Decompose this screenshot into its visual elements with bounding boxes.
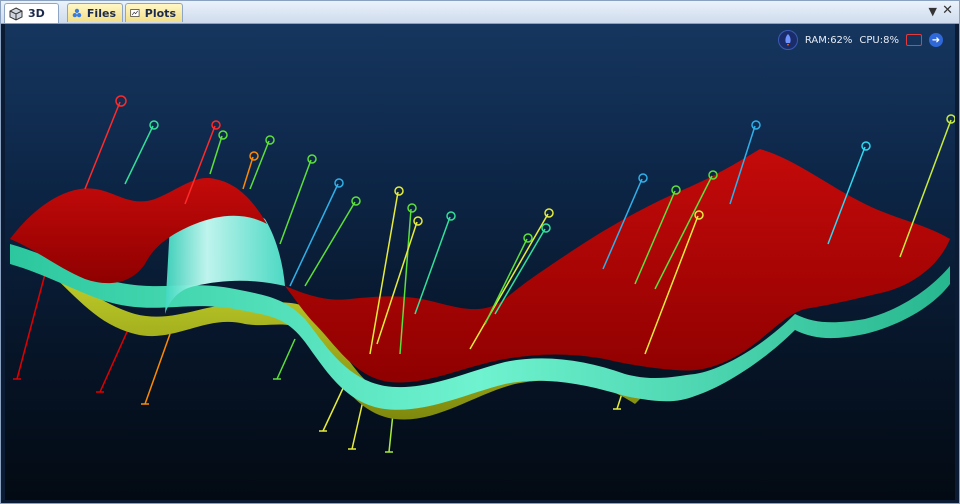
plots-icon — [130, 9, 140, 17]
tab-menu-arrow-icon[interactable]: ▼ — [929, 5, 937, 18]
tab-3d[interactable]: 3D — [4, 3, 59, 23]
tab-files-label: Files — [86, 6, 116, 20]
tab-plots-label: Plots — [144, 6, 176, 20]
3d-surface-scene[interactable] — [5, 24, 955, 500]
tab-plots[interactable]: Plots — [125, 3, 183, 22]
arrow-right-icon[interactable]: ➜ — [929, 33, 943, 47]
camera-record-icon[interactable] — [906, 34, 922, 46]
rocket-icon[interactable] — [777, 30, 798, 50]
tab-bar: 3D Files Plots ▼ ✕ — [1, 1, 959, 24]
files-icon — [72, 8, 82, 18]
status-bar: RAM:62% CPU:8% ➜ — [777, 30, 943, 50]
well-ticks — [13, 378, 621, 453]
ram-usage: RAM:62% — [804, 34, 853, 46]
cpu-usage: CPU:8% — [859, 34, 899, 46]
app-window: 3D Files Plots ▼ ✕ RAM:62% CPU:8% ➜ — [0, 0, 960, 504]
tab-3d-label: 3D — [28, 7, 45, 20]
close-icon[interactable]: ✕ — [942, 3, 953, 18]
cube-icon — [9, 6, 23, 21]
tab-files[interactable]: Files — [67, 3, 123, 22]
3d-viewport[interactable]: RAM:62% CPU:8% ➜ — [5, 24, 955, 500]
